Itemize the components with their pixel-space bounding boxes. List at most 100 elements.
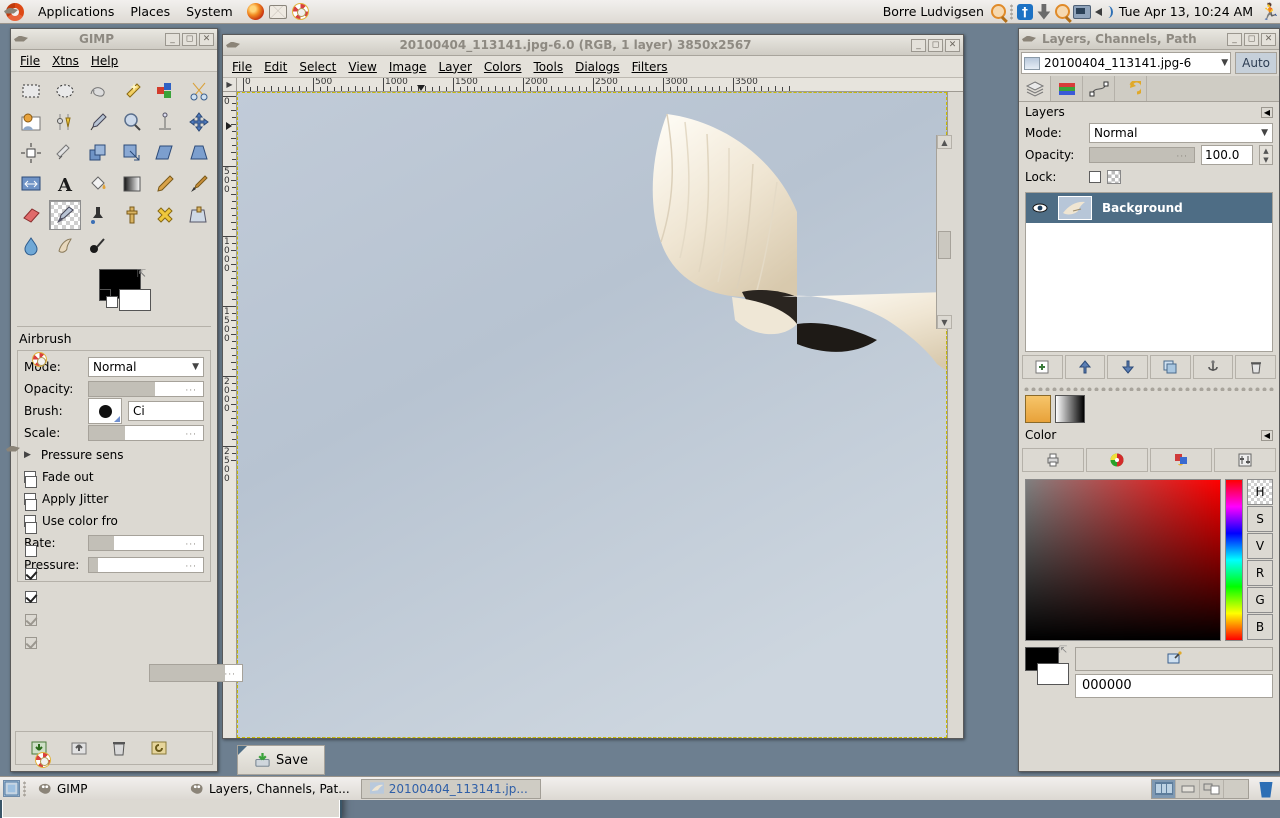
color-wheel-icon[interactable] xyxy=(1086,448,1148,472)
dock-maximize-button[interactable]: ◻ xyxy=(1244,32,1259,46)
layer-opacity-value[interactable]: 100.0 xyxy=(1201,145,1253,165)
new-layer-icon[interactable] xyxy=(1022,355,1063,379)
dock-menu-icon[interactable]: ◀ xyxy=(1260,106,1273,118)
blur-tool[interactable] xyxy=(15,231,47,261)
image-menu-colors[interactable]: Colors xyxy=(479,58,527,76)
workspace-3[interactable] xyxy=(1200,779,1224,798)
lock-checkbox[interactable] xyxy=(1089,171,1101,183)
image-menu-filters[interactable]: Filters xyxy=(627,58,673,76)
color-picker-tool[interactable] xyxy=(82,107,114,137)
pencil-tool[interactable] xyxy=(149,169,181,199)
anchor-layer-icon[interactable] xyxy=(1192,355,1234,379)
pressure-sensitivity-expander[interactable]: ▶ Pressure sens xyxy=(24,444,204,466)
image-window-titlebar[interactable]: 20100404_113141.jpg-6.0 (RGB, 1 layer) 3… xyxy=(223,35,963,56)
fuzzy-select-tool[interactable] xyxy=(116,76,148,106)
paths-tool[interactable] xyxy=(49,107,81,137)
delete-options-icon[interactable] xyxy=(106,735,132,761)
use-color-row[interactable]: Use color fro xyxy=(24,510,204,532)
foreground-select-tool[interactable] xyxy=(15,107,47,137)
perspective-tool[interactable] xyxy=(183,138,215,168)
reset-options-icon[interactable] xyxy=(146,735,172,761)
menu-corner-button[interactable]: ▶ xyxy=(223,78,237,92)
shear-tool[interactable] xyxy=(149,138,181,168)
firefox-icon[interactable] xyxy=(246,3,264,20)
crop-tool[interactable] xyxy=(49,138,81,168)
show-desktop-icon[interactable] xyxy=(3,780,20,797)
opacity-spinner[interactable]: ▲ ▼ xyxy=(1259,145,1273,165)
clock[interactable]: Tue Apr 13, 10:24 AM xyxy=(1115,4,1257,19)
layer-opacity-slider[interactable]: ··· xyxy=(1089,147,1195,163)
scale-slider[interactable]: ··· xyxy=(88,425,204,441)
bluetooth-icon[interactable]: † xyxy=(1016,3,1033,20)
dock-separator[interactable] xyxy=(1023,384,1275,391)
checkbox[interactable] xyxy=(25,498,37,511)
flip-tool[interactable] xyxy=(15,169,47,199)
image-menu-dialogs[interactable]: Dialogs xyxy=(570,58,624,76)
fast-user-switch-icon[interactable] xyxy=(990,4,1006,19)
color-dock-menu-icon[interactable]: ◀ xyxy=(1260,429,1273,441)
hsv-button-v[interactable]: V xyxy=(1247,533,1273,559)
image-minimize-button[interactable]: _ xyxy=(911,38,926,52)
opacity-slider[interactable]: ··· xyxy=(88,381,204,397)
background-color-swatch[interactable] xyxy=(119,289,151,311)
gradient-tool[interactable] xyxy=(116,169,148,199)
layer-mode-combobox[interactable]: Normal ▼ xyxy=(1089,123,1273,143)
table-row[interactable]: Background xyxy=(1026,193,1272,223)
bg-swatch-dock[interactable] xyxy=(1037,663,1069,685)
layers-tab[interactable] xyxy=(1019,76,1051,101)
menu-applications[interactable]: Applications xyxy=(30,0,122,24)
align-tool[interactable] xyxy=(15,138,47,168)
hsv-button-r[interactable]: R xyxy=(1247,560,1273,586)
clone-tool[interactable] xyxy=(116,200,148,230)
toolbox-menu-file[interactable]: File xyxy=(15,52,45,70)
update-manager-icon[interactable] xyxy=(1037,3,1051,20)
print-icon[interactable] xyxy=(1022,448,1084,472)
hsv-button-h[interactable]: H xyxy=(1247,479,1273,505)
image-canvas[interactable] xyxy=(236,92,948,738)
scissors-select-tool[interactable] xyxy=(183,76,215,106)
menu-system[interactable]: System xyxy=(178,0,241,24)
brush-preview-swatch[interactable] xyxy=(1025,395,1051,423)
rotate-tool[interactable] xyxy=(82,138,114,168)
apply-jitter-row[interactable]: Apply Jitter xyxy=(24,488,204,510)
by-color-select-tool[interactable] xyxy=(149,76,181,106)
paths-tab[interactable] xyxy=(1083,76,1115,101)
default-colors-icon-bg[interactable] xyxy=(106,296,118,308)
chevron-down-icon-dock[interactable]: ▼ xyxy=(1221,58,1228,68)
hex-color-field[interactable]: 000000 xyxy=(1075,674,1273,698)
ink-tool[interactable] xyxy=(82,200,114,230)
trash-icon[interactable] xyxy=(1259,782,1273,798)
png-save-button[interactable]: Save xyxy=(237,745,325,775)
hsv-button-s[interactable]: S xyxy=(1247,506,1273,532)
pressure-slider[interactable]: ··· xyxy=(88,557,204,573)
swap-colors-icon[interactable]: ⇱ xyxy=(137,267,146,280)
mail-icon[interactable] xyxy=(268,4,287,19)
pick-screen-color-button[interactable] xyxy=(1075,647,1273,671)
ellipse-select-tool[interactable] xyxy=(49,76,81,106)
scales-icon[interactable] xyxy=(1214,448,1276,472)
palette-icon[interactable] xyxy=(1150,448,1212,472)
taskbar-item-image[interactable]: 20100404_113141.jp... xyxy=(360,778,541,799)
image-selector[interactable]: 20100404_113141.jpg-6 ▼ xyxy=(1021,52,1232,74)
help-icon[interactable] xyxy=(291,3,309,20)
text-tool[interactable]: A xyxy=(49,169,81,199)
raise-layer-icon[interactable] xyxy=(1064,355,1106,379)
measure-tool[interactable] xyxy=(149,107,181,137)
image-menu-image[interactable]: Image xyxy=(384,58,432,76)
swap-colors-icon-dock[interactable]: ⇱ xyxy=(1059,645,1067,656)
move-tool[interactable] xyxy=(183,107,215,137)
heal-tool[interactable] xyxy=(149,200,181,230)
scale-tool[interactable] xyxy=(116,138,148,168)
checkbox[interactable] xyxy=(25,590,37,603)
image-menu-select[interactable]: Select xyxy=(294,58,341,76)
toolbox-menu-help[interactable]: Help xyxy=(86,52,123,70)
image-close-button[interactable]: ✕ xyxy=(945,38,960,52)
workspace-switcher[interactable] xyxy=(1151,778,1249,799)
hsv-button-g[interactable]: G xyxy=(1247,587,1273,613)
workspace-4[interactable] xyxy=(1224,780,1248,798)
saturation-value-square[interactable] xyxy=(1025,479,1222,641)
hue-strip[interactable] xyxy=(1225,479,1243,641)
restore-options-icon[interactable] xyxy=(66,735,92,761)
dock-titlebar[interactable]: Layers, Channels, Path _ ◻ ✕ xyxy=(1019,29,1279,50)
checkbox[interactable] xyxy=(25,475,37,488)
